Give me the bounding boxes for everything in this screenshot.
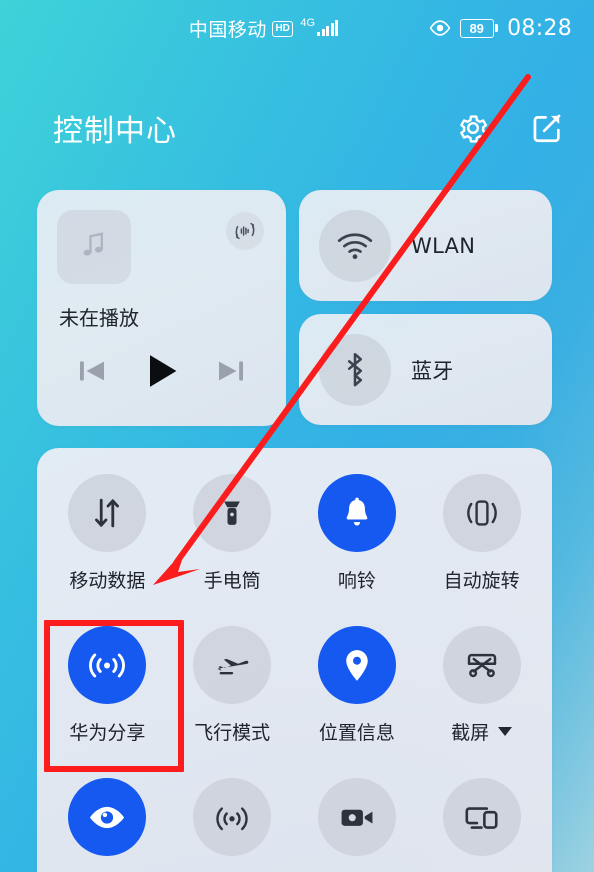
toggle-flashlight[interactable]: 手电筒 (170, 466, 295, 618)
mobile-data-icon (68, 474, 147, 552)
media-status-text: 未在播放 (59, 306, 139, 330)
flashlight-icon (193, 474, 272, 552)
header-actions (456, 111, 564, 145)
toggle-label: 飞行模式 (194, 718, 270, 745)
mobile-data-label: 移动数据 (69, 570, 146, 592)
chevron-down-icon[interactable] (498, 727, 513, 736)
hd-badge-icon: HD (271, 21, 294, 37)
toggle-label: 位置信息 (319, 718, 395, 745)
skip-next-icon[interactable] (213, 353, 249, 394)
battery-indicator: 89 (459, 18, 499, 38)
toggle-screen-recorder[interactable] (295, 770, 420, 872)
status-bar: 中国移动 HD 4G 89 08:28 (0, 0, 594, 56)
toggle-label: 手电筒 (204, 566, 261, 593)
toggle-row-1: 移动数据 手电筒 响铃 自动旋转 (45, 466, 544, 618)
eye-comfort-status-icon (429, 20, 451, 36)
clock-time: 08:28 (507, 15, 572, 41)
screenshot-label: 截屏 (451, 722, 490, 744)
wlan-label: WLAN (411, 233, 476, 258)
toggle-airplane-mode[interactable]: 飞行模式 (170, 618, 295, 770)
audio-cast-icon[interactable] (226, 212, 264, 250)
toggle-label: 移动数据 (69, 566, 145, 593)
battery-percent-label: 89 (459, 18, 494, 38)
toggle-location[interactable]: 位置信息 (295, 618, 420, 770)
media-controls (37, 349, 286, 398)
page-title: 控制中心 (53, 114, 177, 149)
toggle-mobile-data[interactable]: 移动数据 (45, 466, 170, 618)
screen-recorder-icon (317, 778, 396, 856)
wlan-toggle-card[interactable]: WLAN (299, 190, 552, 301)
network-type-label: 4G (300, 17, 316, 29)
music-note-icon (77, 228, 111, 267)
media-player-card[interactable]: 未在播放 (37, 190, 286, 426)
status-bar-right: 89 08:28 (361, 16, 594, 41)
huawei-share-icon (68, 626, 147, 704)
toggle-row-3 (45, 770, 544, 872)
control-center-screen: 中国移动 HD 4G 89 08:28 控制中心 未在播放 WLAN 蓝牙 移动… (0, 0, 594, 872)
toggle-huawei-share[interactable]: 华为分享 (45, 618, 170, 770)
eye-comfort-icon (68, 778, 147, 856)
play-icon[interactable] (139, 349, 183, 398)
location-label: 位置信息 (318, 722, 395, 744)
skip-previous-icon[interactable] (74, 353, 110, 394)
bluetooth-icon (319, 333, 391, 406)
toggle-screenshot[interactable]: 截屏 (419, 618, 544, 770)
bluetooth-toggle-card[interactable]: 蓝牙 (299, 314, 552, 425)
status-bar-center: 中国移动 HD 4G (189, 15, 339, 42)
multi-screen-cast-icon (442, 778, 521, 856)
toggle-label: 自动旋转 (444, 566, 520, 593)
auto-rotate-icon (442, 474, 521, 552)
toggle-label: 华为分享 (69, 718, 145, 745)
signal-strength-icon (317, 19, 339, 36)
toggle-auto-rotate[interactable]: 自动旋转 (419, 466, 544, 618)
flashlight-label: 手电筒 (203, 570, 261, 592)
carrier-name: 中国移动 (188, 18, 267, 41)
toggle-ring[interactable]: 响铃 (295, 466, 420, 618)
bell-ring-icon (317, 474, 396, 552)
control-center-header: 控制中心 (0, 98, 594, 158)
hotspot-icon (193, 778, 272, 856)
cards-row: 未在播放 WLAN 蓝牙 (37, 190, 552, 426)
toggle-label: 截屏 (451, 718, 513, 745)
quick-toggles-panel: 移动数据 手电筒 响铃 自动旋转 华为分享 飞行模式 位置信息 截屏 (37, 448, 552, 872)
toggle-label: 响铃 (338, 566, 376, 593)
connectivity-cards: WLAN 蓝牙 (299, 190, 552, 426)
ring-label: 响铃 (337, 570, 376, 592)
toggle-hotspot[interactable] (170, 770, 295, 872)
album-art-placeholder (57, 210, 131, 284)
airplane-mode-label: 飞行模式 (194, 722, 271, 744)
airplane-icon (193, 626, 272, 704)
toggle-row-2: 华为分享 飞行模式 位置信息 截屏 (45, 618, 544, 770)
auto-rotate-label: 自动旋转 (443, 570, 520, 592)
huawei-share-label: 华为分享 (69, 722, 146, 744)
screenshot-icon (442, 626, 521, 704)
wifi-icon (319, 209, 391, 282)
toggle-multi-screen-cast[interactable] (419, 770, 544, 872)
bluetooth-label: 蓝牙 (411, 358, 454, 383)
battery-tip (495, 24, 499, 32)
location-pin-icon (317, 626, 396, 704)
toggle-eye-comfort[interactable] (45, 770, 170, 872)
gear-icon[interactable] (456, 111, 490, 145)
edit-pencil-square-icon[interactable] (530, 111, 564, 145)
